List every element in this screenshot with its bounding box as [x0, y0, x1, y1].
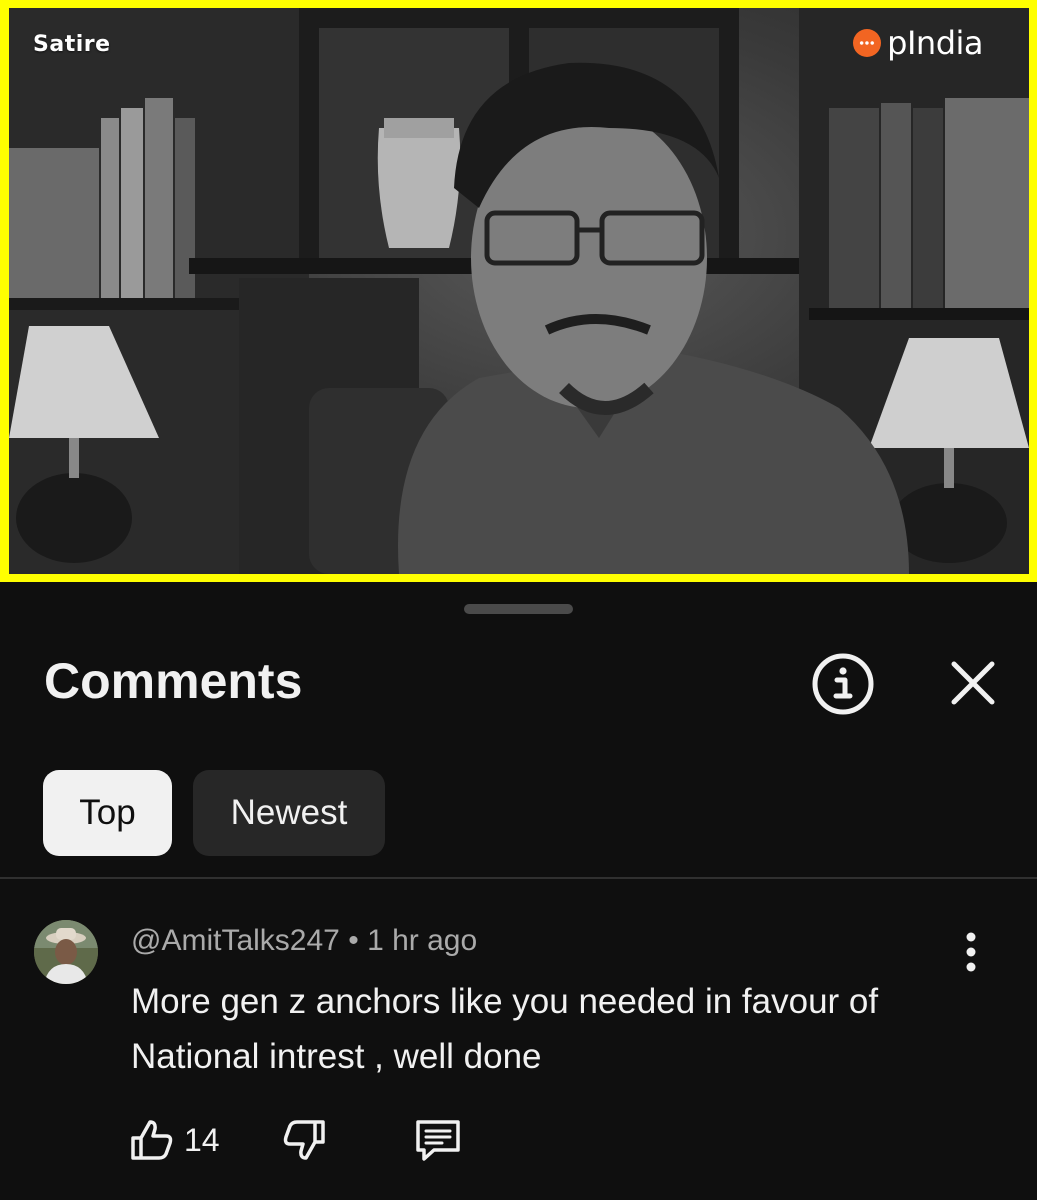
- info-circle-icon: [812, 653, 874, 715]
- comment-time: 1 hr ago: [367, 924, 478, 957]
- close-icon: [951, 661, 995, 705]
- like-count: 14: [184, 1122, 220, 1158]
- dislike-button[interactable]: [280, 1116, 328, 1164]
- chat-bubble-logo-icon: [853, 29, 882, 57]
- brand-name: pIndia: [887, 24, 983, 62]
- video-tag-satire: Satire: [33, 32, 111, 57]
- drag-handle[interactable]: [464, 604, 573, 614]
- like-button[interactable]: [128, 1116, 176, 1164]
- divider: [0, 877, 1037, 879]
- comment-meta: @AmitTalks247 • 1 hr ago: [131, 924, 477, 958]
- video-player-frame: Satire pIndia: [0, 0, 1037, 582]
- video-player[interactable]: Satire pIndia: [9, 8, 1029, 574]
- video-thumbnail-scene: [9, 8, 1029, 574]
- sort-chip-top[interactable]: Top: [43, 770, 172, 856]
- comment-author[interactable]: @AmitTalks247: [131, 924, 340, 957]
- comment-text: More gen z anchors like you needed in fa…: [131, 982, 879, 1076]
- sort-chip-newest[interactable]: Newest: [193, 770, 385, 856]
- close-button[interactable]: [944, 654, 1002, 712]
- more-vertical-icon: [966, 932, 976, 972]
- avatar[interactable]: [34, 920, 98, 984]
- panel-title: Comments: [44, 653, 303, 709]
- comment-more-button[interactable]: [955, 930, 987, 974]
- thumbs-up-icon: [131, 1120, 173, 1160]
- reply-button[interactable]: [412, 1116, 464, 1164]
- reply-comment-icon: [416, 1120, 460, 1161]
- channel-logo: pIndia: [853, 24, 983, 62]
- meta-separator: •: [348, 924, 359, 957]
- info-button[interactable]: [810, 651, 876, 717]
- comment-actions: 14: [0, 1112, 1037, 1172]
- comments-panel: Comments Top Newest @AmitTalks247 • 1 hr…: [0, 582, 1037, 1200]
- thumbs-down-icon: [283, 1120, 325, 1160]
- avatar-image: [34, 920, 98, 984]
